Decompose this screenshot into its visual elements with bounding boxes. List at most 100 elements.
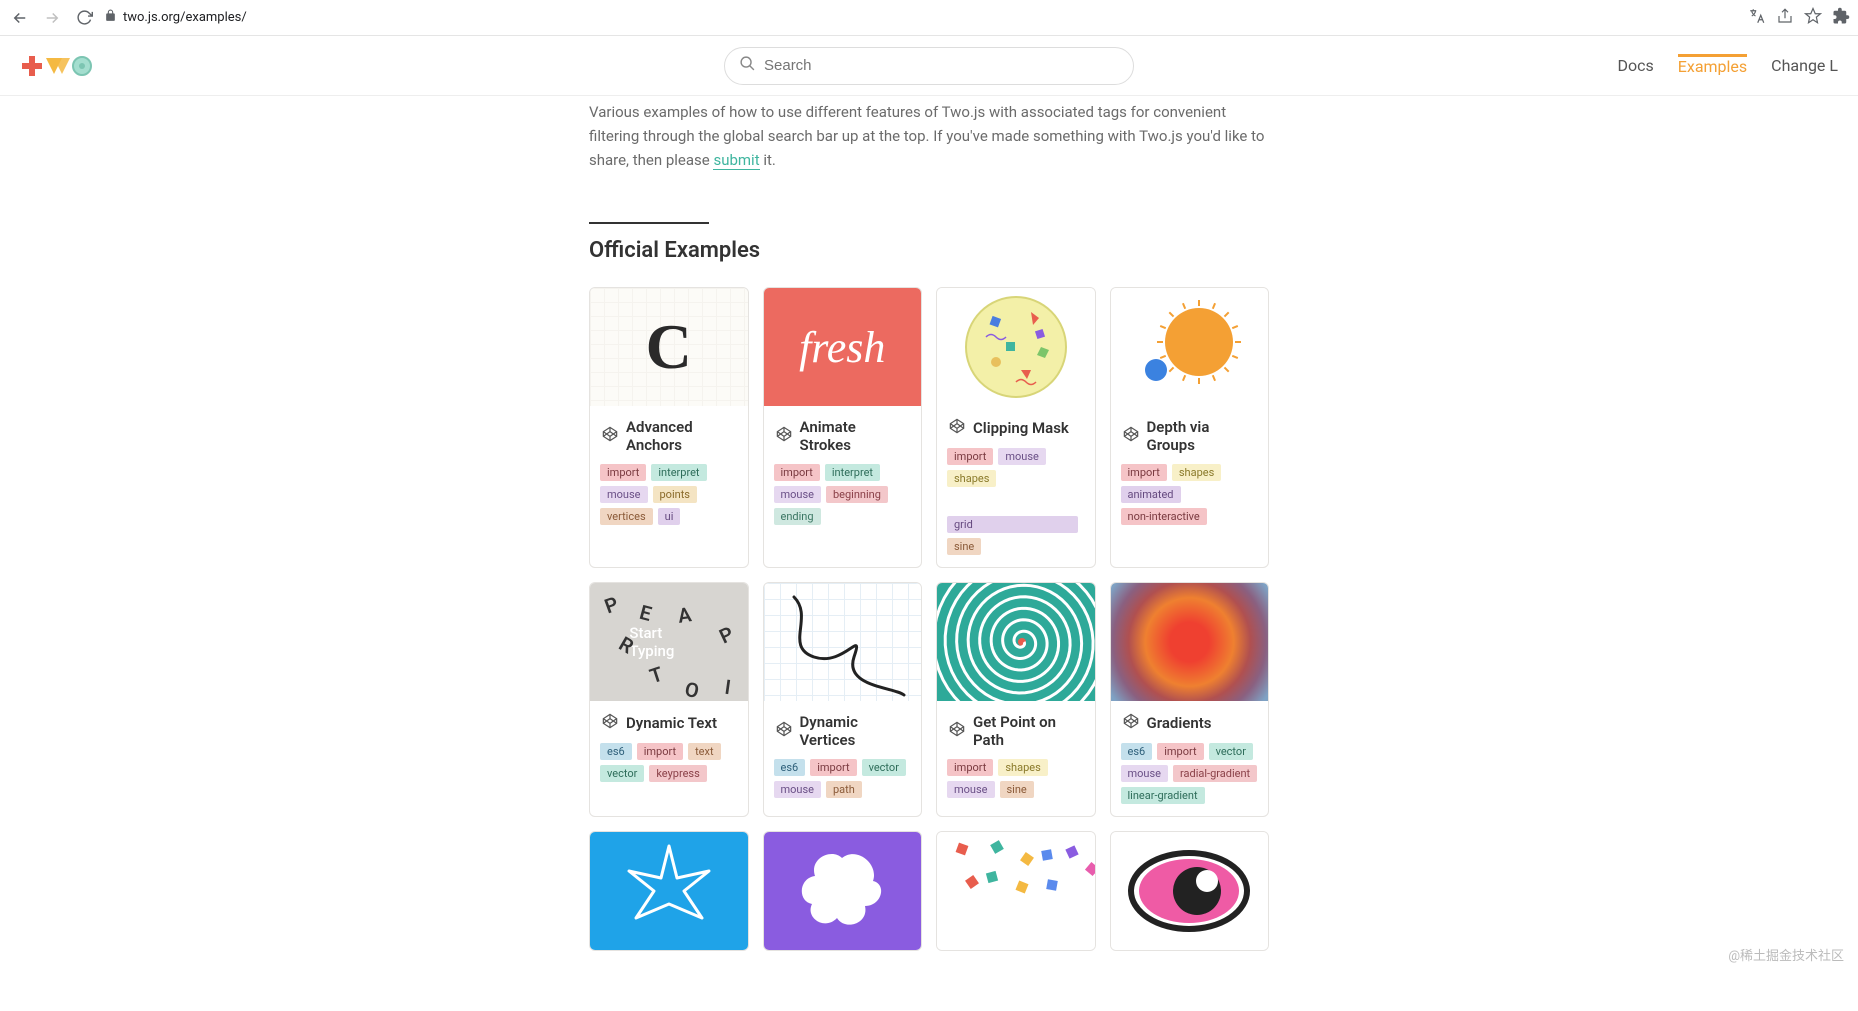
tag-animated[interactable]: animated [1121, 486, 1181, 503]
example-card[interactable]: C Advanced Anchors importinterpretmousep… [589, 287, 749, 568]
card-title-row: Get Point on Path [937, 701, 1095, 759]
tag-ui[interactable]: ui [658, 508, 681, 525]
tag-radial-gradient[interactable]: radial-gradient [1173, 765, 1257, 782]
tag-mouse[interactable]: mouse [600, 486, 648, 503]
tag-shapes[interactable]: shapes [998, 759, 1047, 776]
tag-vector[interactable]: vector [600, 765, 644, 782]
card-title: Gradients [1147, 714, 1212, 732]
card-tags: es6import vector mousepath [764, 759, 922, 810]
site-header: Docs Examples Change L [0, 36, 1858, 96]
example-card[interactable]: Get Point on Path import shapesmouse sine [936, 582, 1096, 817]
codepen-icon [602, 426, 618, 446]
reload-button[interactable] [72, 6, 96, 30]
tag-mouse[interactable]: mouse [998, 448, 1046, 465]
example-card[interactable]: Clipping Mask import mouseshapes grid sine [936, 287, 1096, 568]
codepen-icon [602, 713, 618, 733]
tag-non-interactive[interactable]: non-interactive [1121, 508, 1207, 525]
search-box[interactable] [724, 47, 1134, 85]
card-title-row: Dynamic Text [590, 701, 748, 743]
card-tags: import interpretmouse pointsvertices ui [590, 464, 748, 537]
tag-import[interactable]: import [637, 743, 683, 760]
codepen-icon [776, 426, 792, 446]
example-card[interactable] [1110, 831, 1270, 951]
card-title-row: Clipping Mask [937, 406, 1095, 448]
card-thumbnail [764, 832, 922, 950]
example-card[interactable]: Start TypingPEARPOTI Dynamic Text es6 imp… [589, 582, 749, 817]
examples-grid: C Advanced Anchors importinterpretmousep… [589, 287, 1269, 951]
tag-sine[interactable]: sine [947, 538, 981, 555]
card-title-row: Gradients [1111, 701, 1269, 743]
codepen-icon [776, 721, 792, 741]
card-title: Clipping Mask [973, 419, 1069, 437]
tag-shapes[interactable]: shapes [1172, 464, 1221, 481]
card-title-row: Dynamic Vertices [764, 701, 922, 759]
tag-import[interactable]: import [600, 464, 646, 481]
tag-import[interactable]: import [774, 464, 820, 481]
back-button[interactable] [8, 6, 32, 30]
example-card[interactable]: Depth via Groups importshapesanimatednon… [1110, 287, 1270, 568]
intro-prefix: Various examples of how to use different… [589, 103, 1264, 169]
tag-shapes[interactable]: shapes [947, 470, 996, 487]
forward-button[interactable] [40, 6, 64, 30]
lock-icon [104, 9, 117, 26]
nav-docs[interactable]: Docs [1618, 56, 1654, 76]
search-input[interactable] [764, 57, 1119, 74]
tag-interpret[interactable]: interpret [651, 464, 706, 481]
tag-linear-gradient[interactable]: linear-gradient [1121, 787, 1205, 804]
example-card[interactable] [763, 831, 923, 951]
tag-ending[interactable]: ending [774, 508, 821, 525]
tag-mouse[interactable]: mouse [947, 781, 995, 798]
card-tags: es6 import text vector keypress [590, 743, 748, 794]
example-card[interactable]: Dynamic Vertices es6import vector mousepat… [763, 582, 923, 817]
address-bar[interactable]: two.js.org/examples/ [104, 9, 1740, 26]
tag-mouse[interactable]: mouse [774, 781, 822, 798]
card-tags: import shapes animated non-interactive [1111, 464, 1269, 537]
tag-points[interactable]: points [653, 486, 697, 503]
tag-import[interactable]: import [947, 759, 993, 776]
example-card[interactable] [936, 831, 1096, 951]
card-thumbnail [937, 583, 1095, 701]
tag-import[interactable]: import [1121, 464, 1167, 481]
tag-keypress[interactable]: keypress [649, 765, 706, 782]
share-icon[interactable] [1776, 7, 1794, 29]
example-card[interactable]: Gradients es6import vector mouseradial-gra… [1110, 582, 1270, 817]
tag-path[interactable]: path [826, 781, 862, 798]
card-tags: es6import vector mouseradial-gradient linea… [1111, 743, 1269, 816]
translate-icon[interactable] [1748, 7, 1766, 29]
codepen-icon [949, 418, 965, 438]
tag-import[interactable]: import [947, 448, 993, 465]
intro-text: Various examples of how to use different… [589, 100, 1269, 172]
tag-import[interactable]: import [1157, 743, 1203, 760]
tag-mouse[interactable]: mouse [1121, 765, 1169, 782]
tag-es6[interactable]: es6 [1121, 743, 1153, 760]
tag-text[interactable]: text [688, 743, 721, 760]
tag-es6[interactable]: es6 [774, 759, 806, 776]
tag-vector[interactable]: vector [862, 759, 906, 776]
nav-changelog[interactable]: Change L [1771, 56, 1838, 76]
card-title-row: Animate Strokes [764, 406, 922, 464]
tag-interpret[interactable]: interpret [825, 464, 880, 481]
codepen-icon [1123, 713, 1139, 733]
example-card[interactable]: fresh Animate Strokes import interpretmou… [763, 287, 923, 568]
page-content: Various examples of how to use different… [569, 100, 1289, 1011]
card-thumbnail: fresh [764, 288, 922, 406]
tag-es6[interactable]: es6 [600, 743, 632, 760]
card-title: Advanced Anchors [626, 418, 736, 454]
extensions-icon[interactable] [1832, 7, 1850, 29]
logo[interactable] [20, 52, 92, 80]
tag-grid[interactable]: grid [947, 516, 1078, 533]
card-title: Dynamic Text [626, 714, 717, 732]
card-tags: import interpretmousebeginning ending [764, 464, 922, 537]
tag-vertices[interactable]: vertices [600, 508, 653, 525]
star-icon[interactable] [1804, 7, 1822, 29]
tag-import[interactable]: import [810, 759, 856, 776]
card-thumbnail [590, 832, 748, 950]
example-card[interactable] [589, 831, 749, 951]
card-thumbnail: Start TypingPEARPOTI [590, 583, 748, 701]
tag-vector[interactable]: vector [1209, 743, 1253, 760]
nav-examples[interactable]: Examples [1678, 54, 1747, 76]
tag-beginning[interactable]: beginning [826, 486, 888, 503]
tag-mouse[interactable]: mouse [774, 486, 822, 503]
submit-link[interactable]: submit [713, 151, 759, 170]
tag-sine[interactable]: sine [1000, 781, 1034, 798]
